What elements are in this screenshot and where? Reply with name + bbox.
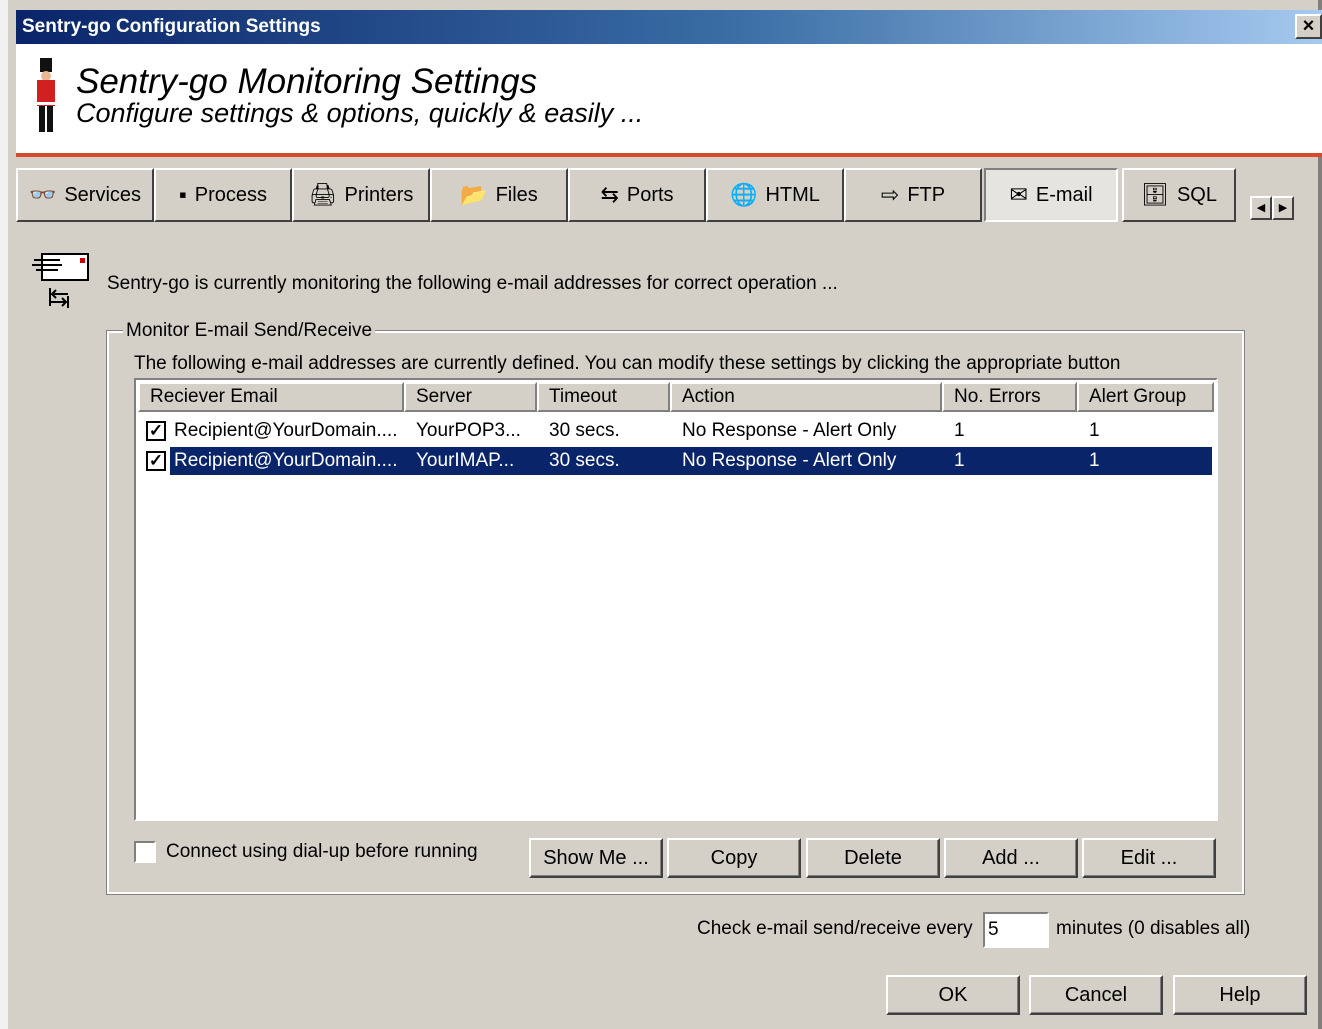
tab-scroll-right-button[interactable]: ▶ — [1272, 196, 1294, 220]
tab-sql[interactable]: 🗄 SQL — [1122, 168, 1236, 222]
show-me-button[interactable]: Show Me ... — [529, 838, 663, 878]
tab-ports[interactable]: ⇆ Ports — [568, 168, 706, 222]
window-title: Sentry-go Configuration Settings — [22, 16, 321, 37]
cell-no-errors: 1 — [954, 450, 965, 471]
cell-alert-group: 1 — [1089, 450, 1100, 471]
interval-minutes-input[interactable] — [983, 912, 1049, 948]
tab-label: Files — [495, 183, 538, 206]
row-cells: Recipient@YourDomain.... YourIMAP... 30 … — [170, 447, 1212, 475]
add-button[interactable]: Add ... — [944, 838, 1078, 878]
ftp-arrow-icon: ⇨ — [880, 182, 900, 207]
group-label: Monitor E-mail Send/Receive — [123, 320, 376, 342]
tab-label: HTML — [765, 183, 820, 206]
folder-icon: 📂 — [460, 182, 488, 207]
intro-text: Sentry-go is currently monitoring the fo… — [107, 273, 838, 294]
email-address-list[interactable]: Reciever Email Server Timeout Action No.… — [134, 378, 1218, 821]
cell-server: YourPOP3... — [416, 420, 521, 441]
tab-email[interactable]: ✉ E-mail — [984, 168, 1118, 222]
cell-action: No Response - Alert Only — [682, 450, 897, 471]
cell-receiver-email: Recipient@YourDomain.... — [174, 450, 398, 471]
table-row[interactable]: ✓ Recipient@YourDomain.... YourPOP3... 3… — [146, 417, 1212, 445]
ports-icon: ⇆ — [600, 182, 619, 207]
dialup-label: Connect using dial-up before running — [166, 841, 478, 862]
tab-html[interactable]: 🌐 HTML — [706, 168, 844, 222]
column-header-no-errors[interactable]: No. Errors — [942, 382, 1077, 412]
tab-label: SQL — [1176, 183, 1217, 206]
globe-icon: 🌐 — [730, 182, 758, 207]
header-title: Sentry-go Monitoring Settings — [76, 62, 538, 101]
cell-receiver-email: Recipient@YourDomain.... — [174, 420, 398, 441]
glasses-icon: 👓 — [28, 182, 57, 207]
row-cells: Recipient@YourDomain.... YourPOP3... 30 … — [170, 417, 1212, 445]
column-header-receiver-email[interactable]: Reciever Email — [138, 382, 404, 412]
column-header-timeout[interactable]: Timeout — [537, 382, 670, 412]
cell-timeout: 30 secs. — [549, 420, 620, 441]
tab-label: Services — [64, 183, 142, 206]
list-header: Reciever Email Server Timeout Action No.… — [138, 382, 1214, 412]
tab-files[interactable]: 📂 Files — [430, 168, 568, 222]
interval-label: Check e-mail send/receive every — [697, 918, 973, 939]
interval-suffix: minutes (0 disables all) — [1056, 918, 1251, 939]
tab-printers[interactable]: 🖨 Printers — [292, 168, 430, 222]
table-row[interactable]: ✓ Recipient@YourDomain.... YourIMAP... 3… — [146, 447, 1212, 475]
process-window-icon: ▪ — [178, 182, 187, 207]
tab-scroll-left-button[interactable]: ◀ — [1250, 196, 1272, 220]
dialup-checkbox-row[interactable]: Connect using dial-up before running — [134, 841, 478, 863]
email-icon: ✉ — [1009, 182, 1028, 207]
tab-label: Process — [194, 183, 268, 206]
cell-server: YourIMAP... — [416, 450, 515, 471]
cell-no-errors: 1 — [954, 420, 965, 441]
guardsman-logo-icon — [37, 58, 55, 132]
row-enabled-checkbox[interactable]: ✓ — [146, 421, 166, 441]
tab-label: E-mail — [1035, 183, 1093, 206]
cell-timeout: 30 secs. — [549, 450, 620, 471]
ok-button[interactable]: OK — [886, 975, 1020, 1015]
header-divider — [16, 153, 1322, 157]
edit-button[interactable]: Edit ... — [1082, 838, 1216, 878]
delete-button[interactable]: Delete — [806, 838, 940, 878]
tab-label: FTP — [907, 183, 946, 206]
close-button[interactable]: × — [1295, 14, 1322, 39]
copy-button[interactable]: Copy — [667, 838, 801, 878]
cancel-button[interactable]: Cancel — [1029, 975, 1163, 1015]
sql-database-icon: 🗄 — [1141, 182, 1169, 207]
column-header-action[interactable]: Action — [670, 382, 942, 412]
category-tabs: 👓 Services ▪ Process 🖨 Printers 📂 Files … — [8, 168, 1308, 224]
tab-label: Printers — [344, 183, 414, 206]
printer-icon: 🖨 — [308, 182, 337, 207]
cell-alert-group: 1 — [1089, 420, 1100, 441]
tab-services[interactable]: 👓 Services — [16, 168, 154, 222]
title-bar[interactable]: Sentry-go Configuration Settings × — [16, 10, 1322, 44]
tab-label: Ports — [626, 183, 674, 206]
dialup-checkbox[interactable] — [134, 841, 156, 863]
tab-ftp[interactable]: ⇨ FTP — [844, 168, 982, 222]
cell-action: No Response - Alert Only — [682, 420, 897, 441]
header-banner: Sentry-go Monitoring Settings Configure … — [16, 44, 1322, 154]
header-subtitle: Configure settings & options, quickly & … — [76, 98, 644, 128]
group-description: The following e-mail addresses are curre… — [134, 353, 1121, 374]
help-button[interactable]: Help — [1173, 975, 1307, 1015]
email-monitor-icon — [32, 253, 89, 308]
column-header-alert-group[interactable]: Alert Group — [1077, 382, 1214, 412]
row-enabled-checkbox[interactable]: ✓ — [146, 451, 166, 471]
tab-process[interactable]: ▪ Process — [154, 168, 292, 222]
column-header-server[interactable]: Server — [404, 382, 537, 412]
